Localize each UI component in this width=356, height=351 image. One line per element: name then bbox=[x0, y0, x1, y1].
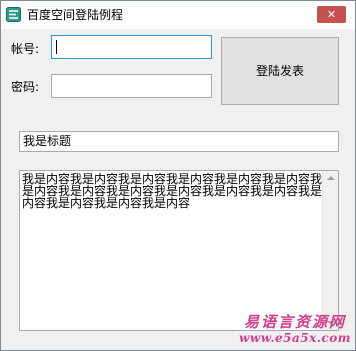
post-title-value: 我是标题 bbox=[23, 134, 72, 148]
watermark-site-name: 易语言资源网 bbox=[243, 313, 346, 331]
login-post-button[interactable]: 登陆发表 bbox=[221, 37, 339, 105]
app-icon bbox=[6, 7, 21, 22]
watermark-url: www.e5a5x.com bbox=[239, 331, 351, 345]
close-icon: ✕ bbox=[326, 8, 337, 21]
text-caret bbox=[56, 40, 57, 54]
vertical-scrollbar[interactable] bbox=[322, 171, 338, 330]
site-watermark: 易语言资源网 www.e5a5x.com bbox=[239, 313, 351, 349]
scroll-up-arrow-icon[interactable] bbox=[327, 176, 335, 180]
post-content-textarea[interactable]: 我是内容我是内容我是内容我是内容我是内容我是内容我是内容我是内容我是内容我是内容… bbox=[19, 170, 339, 331]
app-window: 百度空间登陆例程 ✕ 帐号: 密码: 登陆发表 我是标题 我是内容我是内容我是内… bbox=[0, 0, 356, 351]
password-input[interactable] bbox=[51, 74, 212, 98]
password-label: 密码: bbox=[11, 80, 40, 94]
post-content-value: 我是内容我是内容我是内容我是内容我是内容我是内容我是内容我是内容我是内容我是内容… bbox=[22, 172, 323, 210]
window-title: 百度空间登陆例程 bbox=[27, 8, 124, 22]
account-input[interactable] bbox=[51, 35, 212, 59]
post-title-input[interactable]: 我是标题 bbox=[19, 131, 339, 152]
title-bar[interactable]: 百度空间登陆例程 ✕ bbox=[1, 1, 355, 29]
account-label: 帐号: bbox=[11, 42, 40, 56]
close-button[interactable]: ✕ bbox=[317, 6, 346, 23]
